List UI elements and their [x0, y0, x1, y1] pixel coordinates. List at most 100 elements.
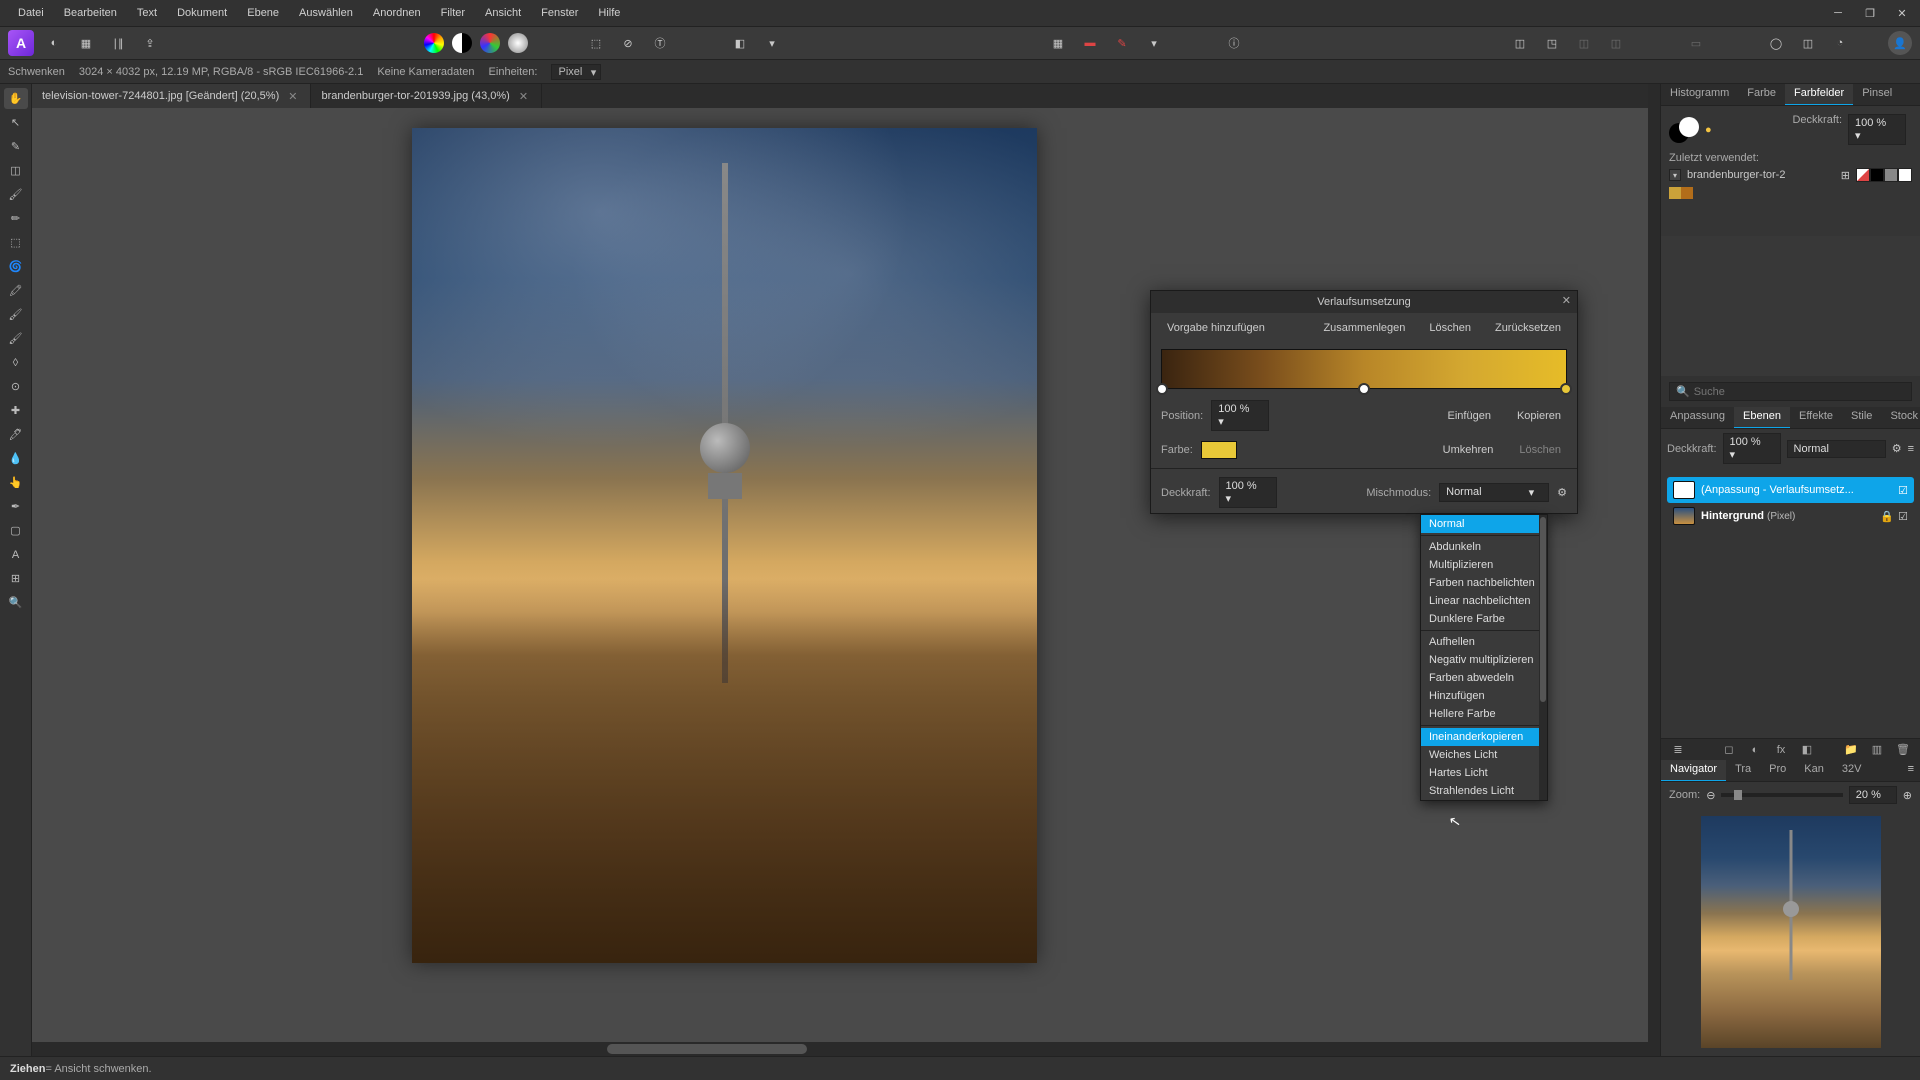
panel-tab-32v[interactable]: 32V [1833, 760, 1871, 781]
panel-tab-anpassung[interactable]: Anpassung [1661, 407, 1734, 428]
blend-mode-option[interactable]: Dunklere Farbe [1421, 610, 1547, 628]
window-close[interactable]: ✕ [1892, 3, 1912, 23]
blend-mode-option[interactable]: Abdunkeln [1421, 538, 1547, 556]
zoom-in-button[interactable]: ⊕ [1903, 789, 1912, 802]
dialog-titlebar[interactable]: Verlaufsumsetzung ✕ [1151, 291, 1577, 313]
flood-tool[interactable]: 🌀 [4, 256, 28, 277]
zoom-out-button[interactable]: ⊖ [1706, 789, 1715, 802]
zoom-tool[interactable]: 🔍 [4, 592, 28, 613]
panel-tab-farbfelder[interactable]: Farbfelder [1785, 84, 1853, 105]
merge-button[interactable]: Zusammenlegen [1317, 319, 1411, 337]
gradient-stop[interactable] [1156, 383, 1168, 395]
blend-mode-option[interactable]: Weiches Licht [1421, 746, 1547, 764]
gradient-stop[interactable] [1560, 383, 1572, 395]
panel-tab-stock[interactable]: Stock [1881, 407, 1920, 428]
invert-button[interactable]: Umkehren [1437, 441, 1500, 459]
blend-mode-option[interactable]: Hellere Farbe [1421, 705, 1547, 723]
bw-icon[interactable] [452, 33, 472, 53]
color-swatch[interactable] [1201, 441, 1237, 459]
blend-mode-option[interactable]: Farben nachbelichten [1421, 574, 1547, 592]
text-tool[interactable]: A [4, 544, 28, 565]
blend-mode-option[interactable]: Negativ multiplizieren [1421, 651, 1547, 669]
info-icon[interactable]: ⓘ [1222, 31, 1246, 55]
persona-liquify-icon[interactable]: ▦ [74, 31, 98, 55]
menu-auswählen[interactable]: Auswählen [289, 3, 363, 23]
add-layer-icon[interactable]: ▥ [1868, 742, 1886, 758]
panel-tab-kan[interactable]: Kan [1795, 760, 1833, 781]
menu-filter[interactable]: Filter [431, 3, 475, 23]
position-field[interactable]: 100 % ▾ [1211, 400, 1269, 431]
layer-search[interactable]: 🔍 [1669, 382, 1912, 401]
blend-mode-option[interactable]: Aufhellen [1421, 633, 1547, 651]
swatch-preset-name[interactable]: brandenburger-tor-2 [1687, 169, 1835, 181]
redflag-icon[interactable]: ▬ [1078, 31, 1102, 55]
eraser-tool[interactable]: ◊ [4, 352, 28, 373]
persona-export-icon[interactable]: ⇪ [138, 31, 162, 55]
move-tool[interactable]: ↖ [4, 112, 28, 133]
color-wheel-icon[interactable] [424, 33, 444, 53]
menu-ansicht[interactable]: Ansicht [475, 3, 531, 23]
search-input[interactable] [1694, 386, 1905, 398]
blend-mode-option[interactable]: Hartes Licht [1421, 764, 1547, 782]
grayscale-icon[interactable] [508, 33, 528, 53]
blend-mode-select[interactable]: Normal ▾ [1439, 483, 1549, 502]
blur-tool[interactable]: 💧 [4, 448, 28, 469]
panel-tab-histogramm[interactable]: Histogramm [1661, 84, 1738, 105]
red-brush-tool[interactable]: 🖌 [4, 304, 28, 325]
fx-icon[interactable]: fx [1772, 742, 1790, 758]
window-minimize[interactable]: ─ [1828, 3, 1848, 23]
panel-tab-ebenen[interactable]: Ebenen [1734, 407, 1790, 428]
fg-bg-color-icon[interactable] [1669, 117, 1699, 143]
reset-button[interactable]: Zurücksetzen [1489, 319, 1567, 337]
selection-rect-icon[interactable]: ⬚ [584, 31, 608, 55]
menu-datei[interactable]: Datei [8, 3, 54, 23]
overlay-3-icon[interactable]: ◔ [1828, 31, 1852, 55]
swatch-options-icon[interactable]: ⊞ [1841, 169, 1850, 182]
blend-mode-option[interactable]: Farben abwedeln [1421, 669, 1547, 687]
blend-mode-option[interactable]: Linear nachbelichten [1421, 592, 1547, 610]
grid-icon[interactable]: ▦ [1046, 31, 1070, 55]
gear-icon[interactable]: ⚙ [1557, 486, 1567, 499]
tab-close-button[interactable]: ✕ [516, 90, 531, 103]
account-avatar[interactable]: 👤 [1888, 31, 1912, 55]
chevron-down-icon[interactable]: ▾ [760, 31, 784, 55]
rgb-icon[interactable] [480, 33, 500, 53]
panel-tab-tra[interactable]: Tra [1726, 760, 1760, 781]
overlay-1-icon[interactable]: ◯ [1764, 31, 1788, 55]
window-maximize[interactable]: ❐ [1860, 3, 1880, 23]
black-swatch[interactable] [1870, 168, 1884, 182]
overlay-2-icon[interactable]: ◫ [1796, 31, 1820, 55]
panel-menu-icon[interactable]: ≡ [1902, 760, 1920, 781]
selection-off-icon[interactable]: ⊘ [616, 31, 640, 55]
panel-tab-farbe[interactable]: Farbe [1738, 84, 1785, 105]
adjust-icon[interactable]: ◐ [1746, 742, 1764, 758]
crop-tool[interactable]: ◫ [4, 160, 28, 181]
persona-develop-icon[interactable]: ∣∥ [106, 31, 130, 55]
menu-ebene[interactable]: Ebene [237, 3, 289, 23]
menu-anordnen[interactable]: Anordnen [363, 3, 431, 23]
live-filter-icon[interactable]: ◧ [1798, 742, 1816, 758]
paintbrush-tool[interactable]: 🖌 [4, 328, 28, 349]
dialog-close-button[interactable]: ✕ [1562, 294, 1571, 307]
mesh-tool[interactable]: ⊞ [4, 568, 28, 589]
recent-color-swatch[interactable] [1669, 187, 1681, 199]
blend-mode-option[interactable]: Normal [1421, 515, 1547, 533]
layer-blend-select[interactable]: Normal [1787, 440, 1886, 458]
zoom-value-field[interactable]: 20 % [1849, 786, 1897, 804]
panel-tab-effekte[interactable]: Effekte [1790, 407, 1842, 428]
folder-icon[interactable]: 📁 [1842, 742, 1860, 758]
dlg-opacity-field[interactable]: 100 % ▾ [1219, 477, 1277, 508]
layer-menu-icon[interactable]: ≡ [1908, 443, 1914, 455]
gray-swatch[interactable] [1884, 168, 1898, 182]
mask-icon[interactable]: ◻ [1720, 742, 1738, 758]
layer-row[interactable]: Hintergrund (Pixel)🔒☑ [1667, 503, 1914, 529]
brush-yellow-tool[interactable]: 🖌 [4, 184, 28, 205]
delete-button[interactable]: Löschen [1423, 319, 1477, 337]
blend-mode-option[interactable]: Strahlendes Licht [1421, 782, 1547, 800]
marker-icon[interactable]: ✎ [1110, 31, 1134, 55]
color-picker-tool[interactable]: ✎ [4, 136, 28, 157]
heal-tool[interactable]: ✚ [4, 400, 28, 421]
menu-hilfe[interactable]: Hilfe [588, 3, 630, 23]
horizontal-scrollbar[interactable] [32, 1042, 1648, 1056]
tab-close-button[interactable]: ✕ [285, 90, 300, 103]
